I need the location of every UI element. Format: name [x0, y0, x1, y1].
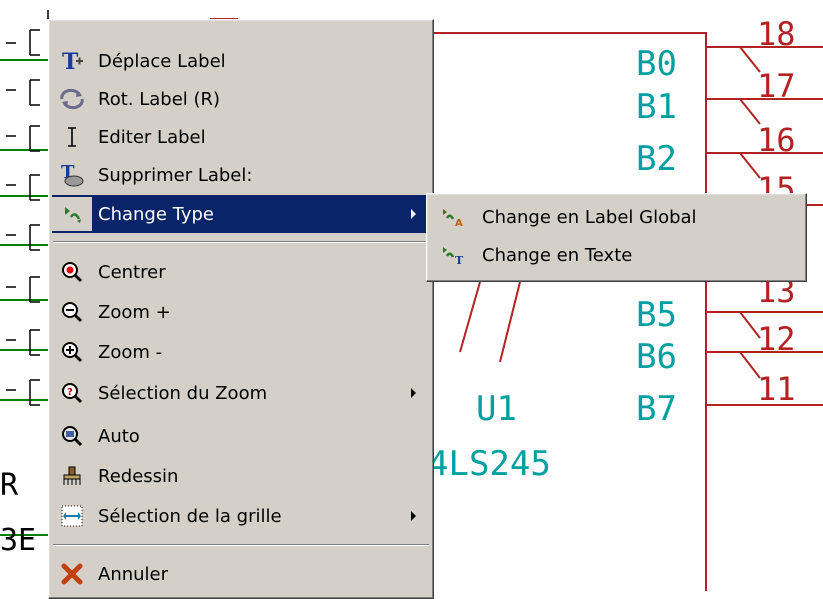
menu-item-zoom-in[interactable]: Zoom +: [52, 293, 430, 331]
menu-item-grid-select[interactable]: Sélection de la grille: [52, 497, 430, 535]
menu-item-edit-label[interactable]: Editer Label: [52, 118, 430, 156]
part-value: 4LS245: [428, 444, 551, 484]
submenu-arrow-icon: [411, 209, 416, 219]
menu-item-move-label[interactable]: T Déplace Label: [52, 42, 430, 80]
pin-number-16: 16: [757, 121, 796, 159]
menu-item-label: Annuler: [98, 563, 169, 585]
pin-number-11: 11: [757, 370, 796, 408]
zoom-out-icon: [52, 333, 92, 371]
change-type-icon: [52, 197, 92, 231]
svg-text:A: A: [455, 218, 463, 228]
text-cursor-icon: [52, 118, 92, 156]
submenu-item-text[interactable]: T Change en Texte: [430, 236, 803, 274]
submenu-change-type: A Change en Label Global T Change en Tex…: [426, 193, 807, 282]
rotate-icon: [52, 80, 92, 118]
menu-separator: [53, 241, 429, 243]
menu-item-label: Change en Label Global: [482, 206, 697, 228]
menu-item-label: Editer Label: [98, 126, 206, 148]
menu-item-zoom-out[interactable]: Zoom -: [52, 333, 430, 371]
pin-number-17: 17: [757, 67, 796, 105]
zoom-in-icon: [52, 293, 92, 331]
menu-item-label: Change Type: [98, 203, 214, 225]
svg-text:T: T: [455, 254, 464, 266]
zoom-auto-icon: [52, 417, 92, 455]
context-menu: T Déplace Label Rot. Label (R) Editer La…: [48, 19, 434, 599]
menu-item-label: Rot. Label (R): [98, 88, 221, 110]
menu-item-cancel[interactable]: Annuler: [52, 555, 430, 593]
menu-item-label: Centrer: [98, 261, 166, 283]
submenu-arrow-icon: [411, 388, 416, 398]
menu-item-delete-label[interactable]: T Supprimer Label:: [52, 156, 430, 194]
ref-designator: U1: [476, 389, 517, 429]
menu-item-rotate-label[interactable]: Rot. Label (R): [52, 80, 430, 118]
zoom-select-icon: ?: [52, 374, 92, 412]
svg-text:?: ?: [67, 387, 73, 398]
menu-item-zoom-select[interactable]: ? Sélection du Zoom: [52, 374, 430, 412]
submenu-arrow-icon: [411, 511, 416, 521]
submenu-item-global-label[interactable]: A Change en Label Global: [430, 198, 803, 236]
menu-item-label: Auto: [98, 425, 140, 447]
move-text-icon: T: [52, 42, 92, 80]
menu-item-zoom-auto[interactable]: Auto: [52, 417, 430, 455]
menu-item-label: Change en Texte: [482, 244, 633, 266]
center-icon: [52, 253, 92, 291]
pin-name-b2: B2: [636, 139, 677, 179]
menu-item-change-type[interactable]: Change Type: [52, 195, 430, 233]
menu-item-label: Supprimer Label:: [98, 164, 253, 186]
pin-name-b5: B5: [636, 295, 677, 335]
pin-name-b0: B0: [636, 44, 677, 84]
menu-item-label: Zoom -: [98, 341, 163, 363]
pin-name-b1: B1: [636, 87, 677, 127]
grid-icon: [52, 497, 92, 535]
menu-item-label: Redessin: [98, 465, 179, 487]
text-type-icon: T: [430, 236, 476, 274]
delete-text-icon: T: [52, 156, 92, 194]
pin-number-18: 18: [757, 15, 796, 53]
redraw-icon: [52, 457, 92, 495]
global-label-icon: A: [430, 198, 476, 236]
menu-separator: [53, 544, 429, 546]
net-label-3e: 3E: [0, 523, 36, 558]
net-label-r: R: [0, 468, 19, 503]
pin-name-b6: B6: [636, 337, 677, 377]
pin-number-12: 12: [757, 320, 796, 358]
menu-item-label: Déplace Label: [98, 50, 226, 72]
menu-item-label: Sélection de la grille: [98, 505, 282, 527]
menu-item-label: Sélection du Zoom: [98, 382, 268, 404]
pin-name-b7: B7: [636, 389, 677, 429]
menu-item-redraw[interactable]: Redessin: [52, 457, 430, 495]
menu-item-label: Zoom +: [98, 301, 171, 323]
menu-item-center[interactable]: Centrer: [52, 253, 430, 291]
cancel-icon: [52, 555, 92, 593]
